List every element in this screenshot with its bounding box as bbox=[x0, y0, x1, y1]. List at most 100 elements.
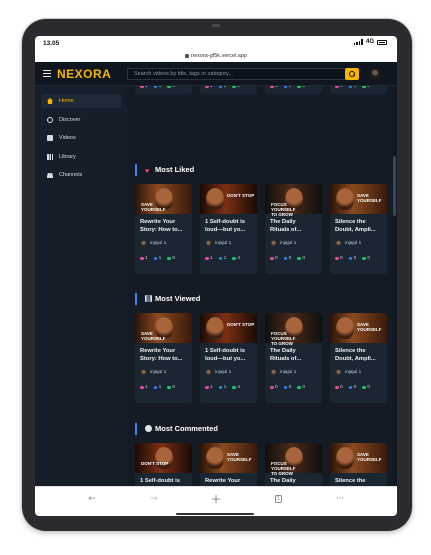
channel-name: injajul 1 bbox=[215, 241, 232, 246]
channel-avatar bbox=[140, 240, 147, 247]
video-card[interactable]: Focus Yourself TO GROWThe DailyRituals o… bbox=[265, 184, 322, 274]
video-title[interactable]: Rewrite YourStory: How to... bbox=[205, 477, 255, 486]
like-count: 1 bbox=[145, 256, 148, 261]
video-thumbnail[interactable]: Save Yourself bbox=[135, 184, 192, 214]
video-title[interactable]: Rewrite YourStory: How to... bbox=[140, 347, 190, 363]
channel-row[interactable]: injajul 1 bbox=[205, 369, 231, 376]
video-card[interactable]: DON'T STOP 1 Self-doubt isloud—but yo... i… bbox=[200, 313, 257, 403]
video-thumbnail[interactable]: Focus Yourself TO GROW bbox=[265, 443, 322, 476]
channel-name: injajul 1 bbox=[345, 370, 362, 375]
video-thumbnail[interactable]: Focus Yourself TO GROW bbox=[265, 184, 322, 217]
channel-row[interactable]: injajul 1 bbox=[335, 240, 361, 247]
scrollbar-thumb[interactable] bbox=[393, 156, 396, 216]
comment-icon bbox=[167, 385, 171, 390]
sidebar-item-library[interactable]: Library bbox=[41, 150, 121, 164]
video-card[interactable]: Save Yourself Silence theDoubt, Ampli... i… bbox=[330, 313, 387, 403]
app-logo[interactable]: NEXORA bbox=[57, 67, 111, 81]
video-card[interactable]: Save Yourself Rewrite YourStory: How to..… bbox=[135, 184, 192, 274]
home-icon bbox=[47, 98, 53, 104]
hamburger-menu-icon[interactable] bbox=[43, 70, 51, 77]
video-title[interactable]: The DailyRituals of... bbox=[270, 218, 320, 234]
card-stats: 0 0 0 bbox=[335, 385, 370, 390]
video-card[interactable]: Save Yourself Rewrite YourStory: How to..… bbox=[135, 313, 192, 403]
video-card[interactable]: 0 0 0 bbox=[265, 86, 322, 94]
channel-row[interactable]: injajul 1 bbox=[335, 369, 361, 376]
video-thumbnail[interactable]: Save Yourself bbox=[330, 184, 387, 214]
video-title[interactable]: The DailyRituals of... bbox=[270, 477, 320, 486]
video-thumbnail[interactable]: Save Yourself bbox=[330, 313, 387, 343]
comment-count: 0 bbox=[302, 256, 306, 261]
video-thumbnail[interactable]: Save Yourself bbox=[330, 443, 387, 473]
channel-row[interactable]: injajul 1 bbox=[140, 369, 166, 376]
video-card[interactable]: DON'T STOP1 Self-doubt isloud—but yo...i… bbox=[135, 443, 192, 486]
channel-row[interactable]: injajul 1 bbox=[205, 240, 231, 247]
user-avatar[interactable] bbox=[369, 68, 381, 80]
video-title[interactable]: 1 Self-doubt isloud—but yo... bbox=[205, 218, 255, 234]
channel-row[interactable]: injajul 1 bbox=[270, 240, 296, 247]
video-thumbnail[interactable]: DON'T STOP bbox=[135, 443, 192, 473]
scrollbar[interactable] bbox=[393, 86, 396, 486]
video-icon bbox=[47, 135, 53, 141]
comment-count: 0 bbox=[367, 256, 371, 261]
video-card[interactable]: DON'T STOP 1 Self-doubt isloud—but yo... i… bbox=[200, 184, 257, 274]
forward-icon[interactable]: → bbox=[147, 492, 161, 506]
video-title[interactable]: Silence theDoubt, Ampli... bbox=[335, 218, 385, 234]
url-text: nexora-gf5k.vercel.app bbox=[191, 53, 247, 59]
channel-name: injajul 1 bbox=[280, 370, 297, 375]
video-card[interactable]: 1 1 0 bbox=[200, 86, 257, 94]
app-header: NEXORA Search videos by title, tags or c… bbox=[35, 62, 397, 86]
sidebar-item-videos[interactable]: Videos bbox=[41, 131, 121, 145]
signal-icon bbox=[353, 39, 363, 45]
channel-row[interactable]: injajul 1 bbox=[270, 369, 296, 376]
more-icon[interactable]: ··· bbox=[333, 492, 347, 506]
comment-icon bbox=[297, 86, 301, 89]
video-title[interactable]: Rewrite YourStory: How to... bbox=[140, 218, 190, 234]
comment-icon bbox=[232, 256, 236, 261]
video-title[interactable]: 1 Self-doubt isloud—but yo... bbox=[205, 347, 255, 363]
view-count: 1 bbox=[223, 256, 227, 261]
heart-icon bbox=[205, 385, 209, 390]
video-title-line: Doubt, Ampli... bbox=[335, 356, 376, 362]
video-card[interactable]: Save YourselfSilence theDoubt, Ampli...i… bbox=[330, 443, 387, 486]
video-title-line: Rituals of... bbox=[270, 227, 302, 233]
comment-icon bbox=[232, 86, 236, 89]
comment-count: 4 bbox=[237, 256, 241, 261]
video-title[interactable]: 1 Self-doubt isloud—but yo... bbox=[140, 477, 190, 486]
section-title: Most Viewed bbox=[135, 293, 200, 305]
channel-row[interactable]: injajul 1 bbox=[140, 240, 166, 247]
card-stats: 0 0 0 bbox=[270, 256, 305, 261]
search-button[interactable] bbox=[345, 68, 359, 80]
sidebar-item-home[interactable]: Home bbox=[41, 94, 121, 108]
video-thumbnail[interactable]: Focus Yourself TO GROW bbox=[265, 313, 322, 346]
browser-url-bar[interactable]: nexora-gf5k.vercel.app bbox=[35, 50, 397, 62]
eye-icon bbox=[218, 385, 223, 390]
tabs-icon[interactable]: 1 bbox=[275, 495, 282, 503]
video-card[interactable]: Focus Yourself TO GROWThe DailyRituals o… bbox=[265, 443, 322, 486]
sidebar-item-discover[interactable]: Discover bbox=[41, 113, 121, 127]
comment-icon bbox=[297, 385, 301, 390]
video-thumbnail[interactable]: Save Yourself bbox=[200, 443, 257, 473]
eye-icon bbox=[283, 256, 288, 261]
thumbnail-text: Save Yourself bbox=[357, 193, 382, 203]
video-card[interactable]: Focus Yourself TO GROWThe DailyRituals o… bbox=[265, 313, 322, 403]
comment-count: 0 bbox=[367, 385, 371, 390]
view-count: 1 bbox=[158, 385, 162, 390]
video-card[interactable]: 0 0 0 bbox=[330, 86, 387, 94]
search-input[interactable]: Search videos by title, tags or category… bbox=[127, 68, 349, 80]
video-title[interactable]: Silence theDoubt, Ampli... bbox=[335, 347, 385, 363]
new-tab-icon[interactable]: + bbox=[209, 492, 223, 506]
video-title[interactable]: Silence theDoubt, Ampli... bbox=[335, 477, 385, 486]
video-thumbnail[interactable]: Save Yourself bbox=[135, 313, 192, 343]
video-thumbnail[interactable]: DON'T STOP bbox=[200, 184, 257, 214]
heart-icon bbox=[270, 385, 274, 390]
like-count: 0 bbox=[340, 385, 343, 390]
video-title[interactable]: The DailyRituals of... bbox=[270, 347, 320, 363]
main-content[interactable]: 1 1 4 1 1 0 0 0 0 0 0 0 ♥ Most Liked SAV… bbox=[127, 86, 397, 486]
back-icon[interactable]: ← bbox=[85, 492, 99, 506]
sidebar-item-channels[interactable]: Channels bbox=[41, 168, 121, 182]
video-card[interactable]: Save Yourself Silence theDoubt, Ampli... i… bbox=[330, 184, 387, 274]
thumbnail-face bbox=[206, 447, 224, 469]
video-thumbnail[interactable]: DON'T STOP bbox=[200, 313, 257, 343]
video-card[interactable]: 1 1 4 bbox=[135, 86, 192, 94]
video-card[interactable]: Save Yourself Rewrite YourStory: How to..… bbox=[200, 443, 257, 486]
